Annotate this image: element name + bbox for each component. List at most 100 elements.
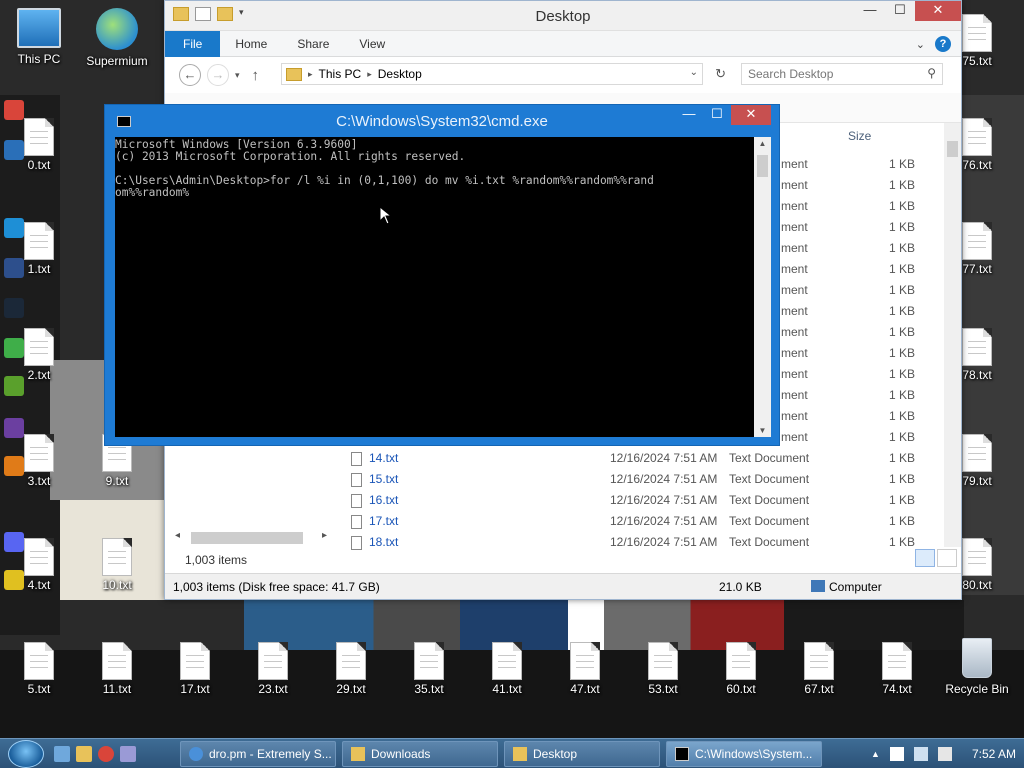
help-icon[interactable]: ?	[935, 36, 951, 52]
tab-home[interactable]: Home	[220, 37, 282, 51]
file-label: 29.txt	[336, 682, 366, 696]
table-row[interactable]: 14.txt 12/16/2024 7:51 AM Text Document …	[165, 451, 945, 472]
desktop-file-5[interactable]: 5.txt	[6, 642, 72, 696]
search-icon[interactable]: ⚲	[927, 66, 936, 80]
file-label: 53.txt	[648, 682, 678, 696]
app-icon-steam[interactable]	[4, 298, 24, 318]
file-list-vertical-scrollbar[interactable]	[944, 123, 961, 547]
address-dropdown-icon[interactable]: ⌄	[690, 67, 698, 78]
text-file-icon	[24, 434, 54, 472]
table-row[interactable]: 16.txt 12/16/2024 7:51 AM Text Document …	[165, 493, 945, 514]
task-browser[interactable]: dro.pm - Extremely S...	[180, 741, 336, 767]
app-icon[interactable]	[120, 746, 136, 762]
console-output[interactable]: Microsoft Windows [Version 6.3.9600] (c)…	[115, 137, 755, 437]
desktop-file-47[interactable]: 47.txt	[552, 642, 618, 696]
scroll-left-icon[interactable]: ◂	[175, 530, 180, 541]
refresh-icon[interactable]: ↻	[715, 66, 726, 82]
tab-view[interactable]: View	[344, 37, 400, 51]
cmd-window[interactable]: C:\Windows\System32\cmd.exe — ☐ ✕ Micros…	[104, 104, 780, 446]
tab-share[interactable]: Share	[282, 37, 344, 51]
desktop-file-10[interactable]: 10.txt	[84, 538, 150, 592]
view-toggle	[915, 549, 957, 567]
text-file-icon	[24, 642, 54, 680]
file-label: 3.txt	[27, 474, 51, 488]
up-button[interactable]: ↑	[252, 67, 260, 84]
scrollbar-thumb[interactable]	[757, 155, 768, 177]
desktop-file-60[interactable]: 60.txt	[708, 642, 774, 696]
desktop-icon-supermium[interactable]: Supermium	[84, 8, 150, 68]
desktop-file-67[interactable]: 67.txt	[786, 642, 852, 696]
column-size[interactable]: Size	[848, 129, 871, 143]
desktop-file-1[interactable]: 1.txt	[6, 222, 72, 276]
minimize-button[interactable]: —	[855, 1, 885, 21]
folder-icon	[351, 747, 365, 761]
console-scrollbar[interactable]: ▲ ▼	[754, 137, 771, 437]
large-icons-view-icon[interactable]	[937, 549, 957, 567]
chevron-right-icon[interactable]: ▸	[308, 69, 313, 80]
desktop-file-29[interactable]: 29.txt	[318, 642, 384, 696]
network-icon[interactable]	[913, 747, 928, 761]
file-name: 18.txt	[369, 535, 399, 549]
breadcrumb-this-pc[interactable]: This PC	[319, 67, 362, 81]
action-center-icon[interactable]	[889, 747, 904, 761]
desktop-file-0[interactable]: 0.txt	[6, 118, 72, 172]
close-button[interactable]: ✕	[731, 105, 771, 125]
desktop-file-74[interactable]: 74.txt	[864, 642, 930, 696]
app-icon-chrome[interactable]	[4, 100, 24, 120]
recent-locations-icon[interactable]: ▾	[235, 70, 240, 81]
chevron-right-icon[interactable]: ▸	[367, 69, 372, 80]
text-file-icon	[258, 642, 288, 680]
address-bar[interactable]: ▸ This PC ▸ Desktop ⌄ ↻	[281, 63, 726, 85]
cmd-titlebar[interactable]: C:\Windows\System32\cmd.exe — ☐ ✕	[105, 105, 779, 137]
scrollbar-thumb[interactable]	[191, 532, 303, 544]
file-label: 4.txt	[27, 578, 51, 592]
start-button[interactable]	[8, 740, 44, 768]
expand-ribbon-icon[interactable]: ⌄	[916, 38, 925, 51]
desktop-file-2[interactable]: 2.txt	[6, 328, 72, 382]
file-size: 1 KB	[888, 199, 915, 213]
browser-icon	[189, 747, 203, 761]
volume-icon[interactable]	[937, 747, 952, 761]
nav-pane-horizontal-scrollbar[interactable]: ◂ ▸	[173, 529, 329, 546]
maximize-button[interactable]: ☐	[885, 1, 915, 21]
desktop-file-35[interactable]: 35.txt	[396, 642, 462, 696]
desktop-file-4[interactable]: 4.txt	[6, 538, 72, 592]
browser-icon[interactable]	[98, 746, 114, 762]
close-button[interactable]: ✕	[915, 1, 961, 21]
desktop-file-3[interactable]: 3.txt	[6, 434, 72, 488]
explorer-icon[interactable]	[76, 746, 92, 762]
file-type: Text Document	[729, 472, 810, 486]
file-type: ment	[781, 220, 808, 234]
text-file-icon	[24, 118, 54, 156]
forward-button[interactable]: →	[207, 64, 229, 86]
desktop-file-53[interactable]: 53.txt	[630, 642, 696, 696]
search-input[interactable]: Search Desktop ⚲	[741, 63, 943, 85]
minimize-button[interactable]: —	[675, 105, 703, 125]
chevron-up-icon[interactable]: ▲	[871, 749, 880, 759]
scroll-down-icon[interactable]: ▼	[754, 426, 771, 435]
desktop-file-11[interactable]: 11.txt	[84, 642, 150, 696]
details-view-icon[interactable]	[915, 549, 935, 567]
scroll-right-icon[interactable]: ▸	[322, 530, 327, 541]
scroll-up-icon[interactable]: ▲	[754, 139, 771, 148]
task-desktop[interactable]: Desktop	[504, 741, 660, 767]
desktop-file-17[interactable]: 17.txt	[162, 642, 228, 696]
maximize-button[interactable]: ☐	[703, 105, 731, 125]
task-cmd[interactable]: C:\Windows\System...	[666, 741, 822, 767]
file-label: 47.txt	[570, 682, 600, 696]
desktop-file-41[interactable]: 41.txt	[474, 642, 540, 696]
desktop-icon-this-pc[interactable]: This PC	[6, 8, 72, 66]
clock[interactable]: 7:52 AM	[972, 747, 1016, 761]
show-desktop-icon[interactable]	[54, 746, 70, 762]
desktop-icon-recycle-bin[interactable]: Recycle Bin	[942, 638, 1012, 696]
back-button[interactable]: ←	[179, 64, 201, 86]
ribbon-tabs: File Home Share View ⌄ ?	[165, 30, 961, 57]
desktop-file-23[interactable]: 23.txt	[240, 642, 306, 696]
scrollbar-thumb[interactable]	[947, 141, 958, 157]
explorer-titlebar[interactable]: ▾ Desktop — ☐ ✕	[165, 1, 961, 31]
breadcrumb-desktop[interactable]: Desktop	[378, 67, 422, 81]
task-downloads[interactable]: Downloads	[342, 741, 498, 767]
table-row[interactable]: 15.txt 12/16/2024 7:51 AM Text Document …	[165, 472, 945, 493]
tab-file[interactable]: File	[165, 30, 221, 57]
file-label: 80.txt	[962, 578, 992, 592]
